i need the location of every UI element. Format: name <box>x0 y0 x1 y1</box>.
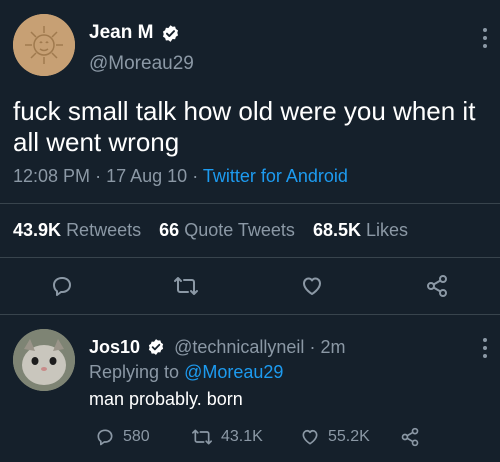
reply-time[interactable]: 2m <box>320 337 345 357</box>
retweets-stat[interactable]: 43.9K Retweets <box>13 220 146 240</box>
reply-like-count: 55.2K <box>328 428 370 445</box>
reply-button[interactable] <box>48 272 76 300</box>
replying-to: Replying to @Moreau29 <box>89 362 283 383</box>
tweet-meta: 12:08 PM · 17 Aug 10 · Twitter for Andro… <box>13 166 348 187</box>
more-icon[interactable] <box>482 338 488 362</box>
reply-retweet-count: 43.1K <box>221 428 263 445</box>
reply-reply-button[interactable]: 580 <box>95 427 150 447</box>
retweet-button[interactable] <box>172 272 200 300</box>
reply-like-button[interactable]: 55.2K <box>300 427 370 447</box>
tweet-time: 12:08 PM <box>13 166 91 186</box>
meta-separator: · <box>192 166 199 186</box>
quote-tweets-count: 66 <box>159 220 180 240</box>
share-icon <box>401 427 419 447</box>
divider <box>0 203 500 204</box>
author-avatar[interactable] <box>13 14 75 76</box>
reply-share-button[interactable] <box>400 427 420 447</box>
sun-drawing-avatar-image <box>13 14 75 76</box>
like-icon <box>302 429 318 445</box>
like-button[interactable] <box>298 272 326 300</box>
reply-separator: · <box>309 337 316 357</box>
reply-text: man probably. born <box>89 389 243 409</box>
meta-separator: · <box>95 166 102 186</box>
cat-photo-avatar-image <box>13 329 75 391</box>
more-icon[interactable] <box>482 28 488 52</box>
share-button[interactable] <box>423 272 451 300</box>
divider <box>0 257 500 258</box>
reply-count: 580 <box>123 428 150 445</box>
retweet-icon <box>191 429 212 445</box>
verified-badge-icon <box>148 338 164 355</box>
likes-stat[interactable]: 68.5K Likes <box>313 220 408 240</box>
reply-author-avatar[interactable] <box>13 329 75 391</box>
retweet-icon <box>174 277 198 295</box>
retweets-count: 43.9K <box>13 220 62 240</box>
reply-icon <box>53 277 71 296</box>
author-name[interactable]: Jean M <box>89 22 153 44</box>
tweet-source-link[interactable]: Twitter for Android <box>203 166 348 186</box>
likes-label: Likes <box>366 220 409 240</box>
verified-badge-icon <box>162 25 179 42</box>
reply-icon <box>97 429 113 446</box>
quote-tweets-label: Quote Tweets <box>184 220 295 240</box>
replying-to-label: Replying to <box>89 362 180 382</box>
like-icon <box>303 277 321 295</box>
author-handle[interactable]: @Moreau29 <box>89 53 194 75</box>
retweets-label: Retweets <box>66 220 142 240</box>
likes-count: 68.5K <box>312 220 361 240</box>
share-icon <box>427 275 447 297</box>
divider <box>0 314 500 315</box>
tweet-text: fuck small talk how old were you when it… <box>13 96 476 157</box>
engagement-stats: 43.9K Retweets 66 Quote Tweets 68.5K Lik… <box>13 220 408 241</box>
tweet-date: 17 Aug 10 <box>106 166 188 186</box>
reply-retweet-button[interactable]: 43.1K <box>191 427 263 447</box>
replying-to-handle[interactable]: @Moreau29 <box>184 362 283 382</box>
reply-header: Jos10 @technicallyneil · 2m <box>89 337 345 359</box>
reply-author-handle[interactable]: @technicallyneil <box>174 337 304 357</box>
quote-tweets-stat[interactable]: 66 Quote Tweets <box>159 220 300 240</box>
reply-author-name[interactable]: Jos10 <box>89 337 140 357</box>
